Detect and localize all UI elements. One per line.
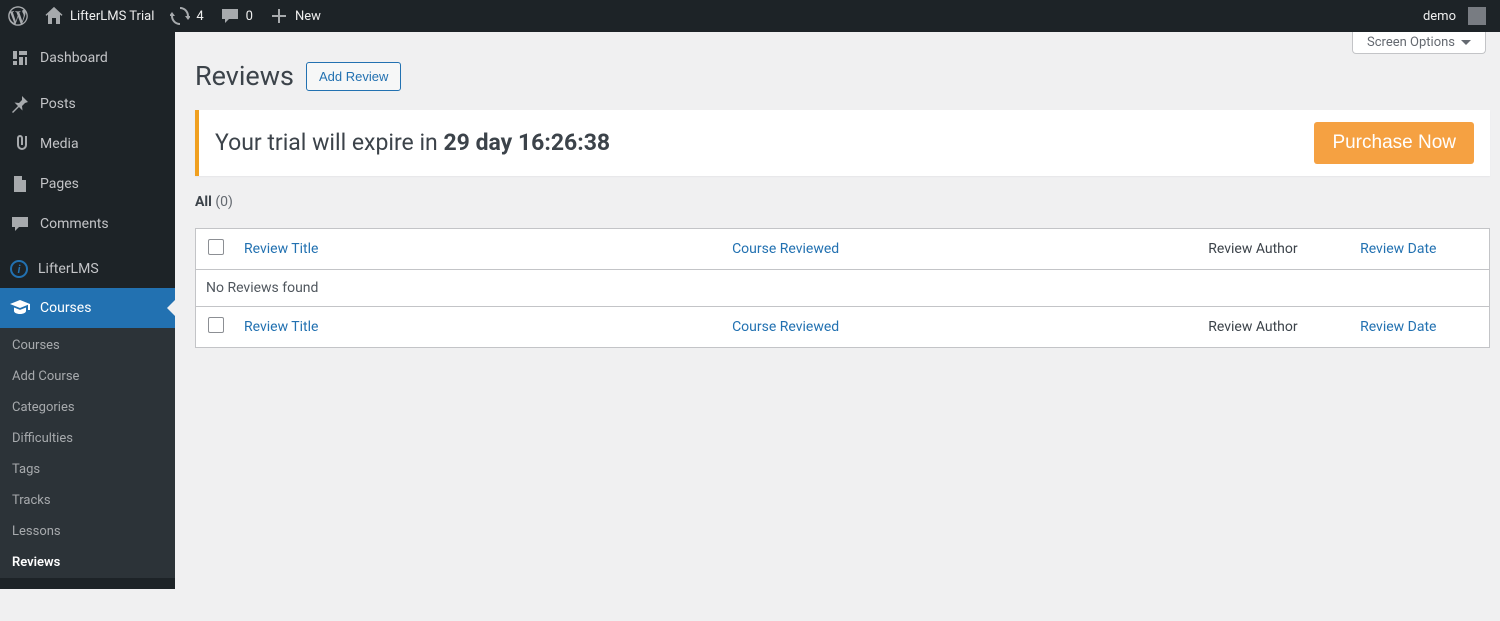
submenu-item-tracks[interactable]: Tracks — [0, 485, 175, 516]
trial-notice: Your trial will expire in 29 day 16:26:3… — [195, 110, 1490, 176]
media-icon — [10, 134, 30, 154]
empty-state-message: No Reviews found — [196, 270, 1490, 307]
add-review-button[interactable]: Add Review — [306, 62, 401, 91]
sidebar-item-label: LifterLMS — [38, 261, 99, 277]
admin-sidebar: Dashboard Posts Media Pages Comments i L… — [0, 32, 175, 589]
sidebar-item-label: Posts — [40, 96, 76, 112]
sidebar-item-comments[interactable]: Comments — [0, 204, 175, 244]
admin-toolbar: LifterLMS Trial 4 0 New demo — [0, 0, 1500, 32]
page-title: Reviews — [195, 60, 294, 92]
comment-icon — [220, 6, 240, 26]
site-name-link[interactable]: LifterLMS Trial — [36, 0, 162, 32]
sidebar-item-posts[interactable]: Posts — [0, 84, 175, 124]
column-header-title[interactable]: Review Title — [234, 229, 722, 270]
new-label: New — [295, 9, 321, 24]
sidebar-item-dashboard[interactable]: Dashboard — [0, 38, 175, 78]
user-display-name: demo — [1423, 9, 1456, 24]
filter-all-count: (0) — [215, 194, 233, 210]
home-icon — [44, 6, 64, 26]
submenu-item-tags[interactable]: Tags — [0, 454, 175, 485]
comments-link[interactable]: 0 — [212, 0, 261, 32]
sidebar-item-courses[interactable]: Courses — [0, 288, 175, 328]
select-all-top-checkbox[interactable] — [208, 239, 224, 255]
new-content-link[interactable]: New — [261, 0, 329, 32]
info-icon: i — [10, 260, 28, 278]
updates-count: 4 — [196, 9, 203, 24]
sidebar-item-media[interactable]: Media — [0, 124, 175, 164]
submenu-item-courses[interactable]: Courses — [0, 328, 175, 361]
main-content: Screen Options Reviews Add Review Your t… — [175, 32, 1500, 589]
column-header-author: Review Author — [1198, 229, 1350, 270]
submenu-item-categories[interactable]: Categories — [0, 392, 175, 423]
chevron-down-icon — [1461, 40, 1471, 50]
trial-prefix: Your trial will expire in — [215, 129, 443, 156]
sidebar-submenu-courses: Courses Add Course Categories Difficulti… — [0, 328, 175, 578]
submenu-item-reviews[interactable]: Reviews — [0, 547, 175, 578]
site-name: LifterLMS Trial — [70, 9, 154, 24]
graduation-icon — [10, 298, 30, 318]
sidebar-item-lifterlms[interactable]: i LifterLMS — [0, 250, 175, 288]
sidebar-item-label: Courses — [40, 300, 91, 316]
screen-options-toggle[interactable]: Screen Options — [1352, 32, 1486, 54]
filter-links: All (0) — [175, 176, 1500, 228]
pin-icon — [10, 94, 30, 114]
column-footer-title[interactable]: Review Title — [234, 307, 722, 348]
sidebar-item-label: Dashboard — [40, 50, 108, 66]
submenu-item-add-course[interactable]: Add Course — [0, 361, 175, 392]
plus-icon — [269, 6, 289, 26]
sidebar-item-label: Comments — [40, 216, 109, 232]
user-account-link[interactable]: demo — [1415, 0, 1494, 32]
dashboard-icon — [10, 48, 30, 68]
column-footer-author: Review Author — [1198, 307, 1350, 348]
trial-countdown: 29 day 16:26:38 — [443, 129, 610, 156]
screen-options-label: Screen Options — [1367, 35, 1455, 50]
submenu-item-lessons[interactable]: Lessons — [0, 516, 175, 547]
reviews-table: Review Title Course Reviewed Review Auth… — [195, 228, 1490, 348]
trial-message: Your trial will expire in 29 day 16:26:3… — [215, 128, 610, 158]
updates-icon — [170, 6, 190, 26]
wp-logo[interactable] — [0, 0, 36, 32]
column-header-course[interactable]: Course Reviewed — [722, 229, 1198, 270]
submenu-item-difficulties[interactable]: Difficulties — [0, 423, 175, 454]
column-footer-date[interactable]: Review Date — [1350, 307, 1489, 348]
updates-link[interactable]: 4 — [162, 0, 211, 32]
sidebar-item-label: Media — [40, 136, 79, 152]
avatar — [1468, 7, 1486, 25]
sidebar-item-label: Pages — [40, 176, 79, 192]
column-footer-course[interactable]: Course Reviewed — [722, 307, 1198, 348]
select-all-bottom-checkbox[interactable] — [208, 317, 224, 333]
column-header-date[interactable]: Review Date — [1350, 229, 1489, 270]
wordpress-icon — [8, 6, 28, 26]
page-icon — [10, 174, 30, 194]
comment-icon — [10, 214, 30, 234]
comments-count: 0 — [246, 9, 253, 24]
purchase-now-button[interactable]: Purchase Now — [1314, 122, 1474, 164]
filter-all-link[interactable]: All — [195, 194, 212, 210]
sidebar-item-pages[interactable]: Pages — [0, 164, 175, 204]
